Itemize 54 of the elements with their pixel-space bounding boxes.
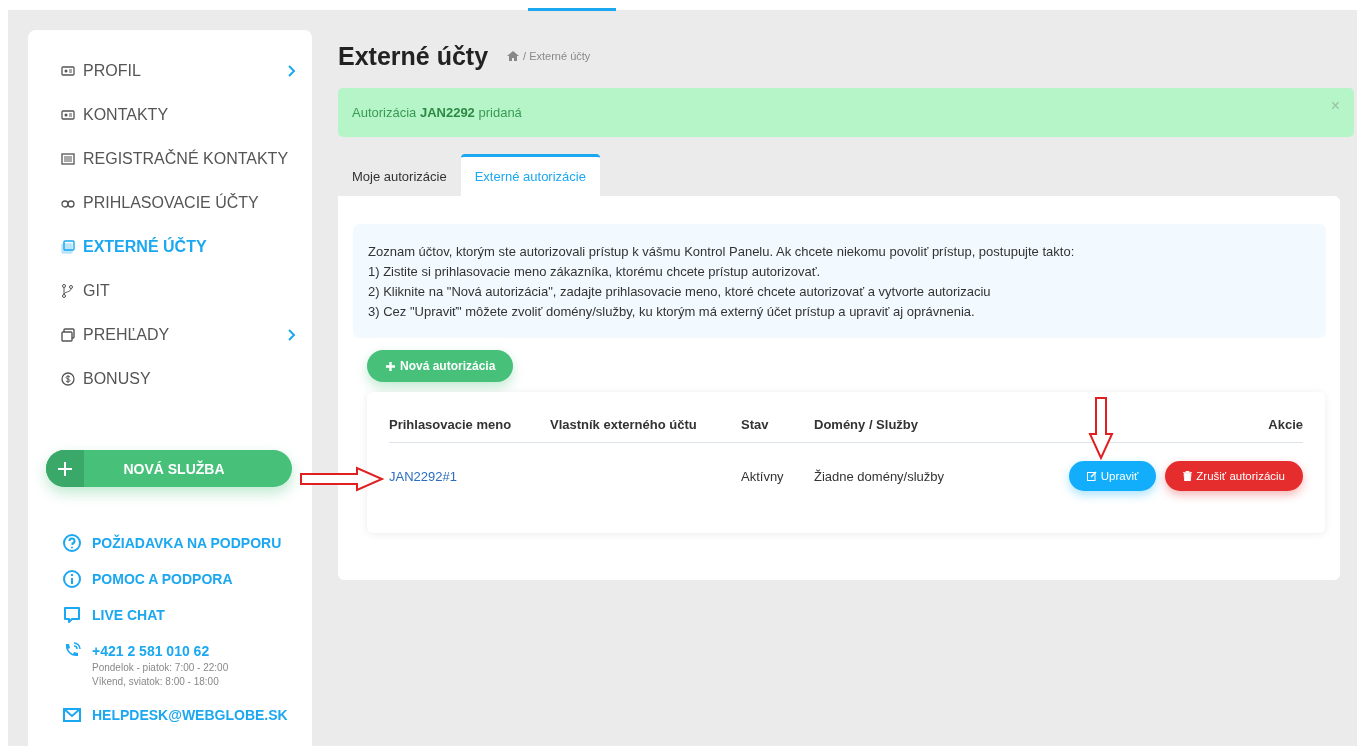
column-header: Domény / Služby: [814, 416, 919, 432]
info-icon: [62, 569, 82, 589]
mail-icon: [62, 705, 82, 725]
plus-icon: [57, 460, 73, 477]
sidebar-item[interactable]: PROFIL: [60, 60, 297, 82]
menu-icon: [60, 327, 76, 343]
cancel-authorization-button[interactable]: Zrušiť autorizáciu: [1165, 461, 1303, 491]
new-service-button[interactable]: NOVÁ SLUŽBA: [46, 450, 292, 487]
column-header: Prihlasovacie meno: [389, 416, 512, 432]
support-link[interactable]: LIVE CHAT: [92, 605, 165, 625]
sidebar-item[interactable]: EXTERNÉ ÚČTY: [60, 236, 297, 258]
edit-icon: [1086, 471, 1097, 481]
help-icon: [62, 533, 82, 553]
menu-icon: [60, 63, 76, 79]
menu-icon: [60, 151, 76, 167]
trash-icon: [1183, 471, 1193, 481]
support-link[interactable]: HELPDESK@WEBGLOBE.SK: [92, 705, 288, 725]
support-link[interactable]: +421 2 581 010 62: [92, 641, 229, 661]
sidebar-item[interactable]: REGISTRAČNÉ KONTAKTY: [60, 148, 297, 170]
info-text: Zoznam účtov, ktorým ste autorizovali prístup k vášmu Kontrol Panelu. Ak chcete niekomu povoliť prístup, postupujte takto:: [368, 243, 1076, 261]
support-link[interactable]: POŽIADAVKA NA PODPORU: [92, 533, 282, 553]
login-link[interactable]: JAN2292#1: [389, 468, 457, 484]
menu-icon: [60, 283, 76, 299]
page-title: Externé účty: [338, 41, 489, 71]
tab[interactable]: Moje autorizácie: [338, 154, 461, 196]
plus-icon: [385, 360, 396, 372]
info-text: 2) Kliknite na "Nová autorizácia", zadajte prihlasovacie meno, ktoré chcete autorizovať a vytvorte autorizaciu: [368, 283, 992, 301]
tab[interactable]: Externé autorizácie: [460, 154, 600, 196]
menu-icon: [60, 107, 76, 123]
edit-button[interactable]: Upraviť: [1068, 461, 1157, 491]
sidebar-item[interactable]: GIT: [60, 280, 297, 302]
services-text: Žiadne domény/služby: [814, 468, 945, 484]
chat-icon: [62, 605, 82, 625]
home-icon[interactable]: [506, 50, 521, 62]
close-button[interactable]: ×: [1330, 97, 1340, 115]
sidebar-item[interactable]: BONUSY: [60, 368, 297, 390]
alert-text: Autorizácia JAN2292 pridaná: [352, 105, 522, 120]
breadcrumb-text: / Externé účty: [523, 50, 591, 62]
menu-icon: [60, 371, 76, 387]
sidebar-item[interactable]: KONTAKTY: [60, 104, 297, 126]
annotation-arrow: [1088, 396, 1114, 460]
status-text: Aktívny: [741, 468, 784, 484]
column-header: Vlastník externého účtu: [550, 416, 697, 432]
sidebar-item[interactable]: PREHĽADY: [60, 324, 297, 346]
hours-text: Víkend, sviatok: 8:00 - 18:00: [92, 675, 220, 689]
menu-icon: [60, 239, 76, 255]
info-text: 1) Zistite si prihlasovacie meno zákazníka, ktorému chcete prístup autorizovať.: [368, 263, 822, 281]
column-header: Stav: [741, 416, 769, 432]
add-authorization-button[interactable]: Nová autorizácia: [367, 350, 514, 382]
support-link[interactable]: POMOC A PODPORA: [92, 569, 233, 589]
column-header: Akcie: [1268, 416, 1303, 432]
info-text: 3) Cez "Upraviť" môžete zvoliť domény/služby, ku ktorým má externý účet prístup a upraviť aj oprávnenia.: [368, 303, 976, 321]
sidebar-item[interactable]: PRIHLASOVACIE ÚČTY: [60, 192, 297, 214]
hours-text: Pondelok - piatok: 7:00 - 22:00: [92, 661, 229, 675]
